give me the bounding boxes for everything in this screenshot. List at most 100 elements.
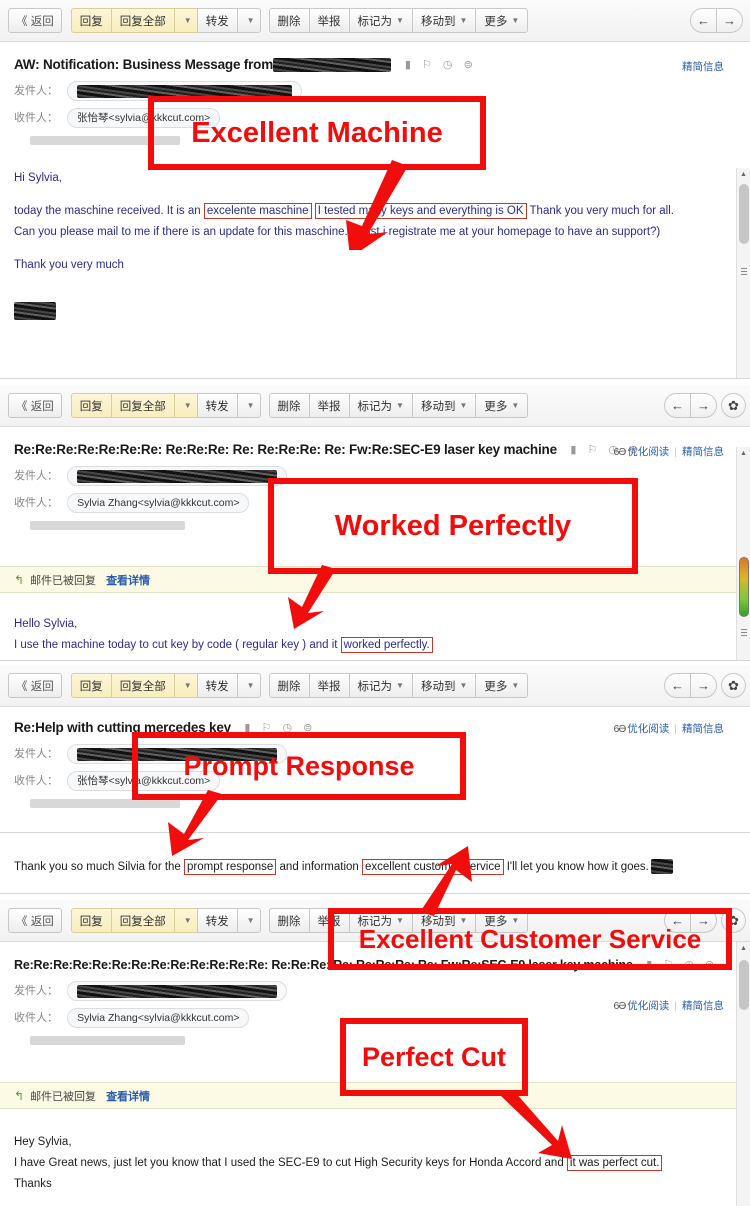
delete-button[interactable]: 删除 — [268, 673, 310, 698]
email-panel-1: 《 返回 回复 回复全部 ▼ 转发 ▼ 删除 举报 标记为 ▼ 移动到 ▼ 更多 ▼ … — [0, 0, 750, 378]
report-button[interactable]: 举报 — [308, 393, 350, 418]
gear-icon[interactable]: ✿ — [721, 673, 746, 698]
simplified-info-link[interactable]: 精简信息 — [682, 446, 724, 458]
toolbar-2: 《 返回 回复 回复全部 ▼ 转发 ▼ 删除 举报 标记为 ▼ 移动到 ▼ 更多 ▼ … — [0, 385, 750, 427]
highlight-worked-perfectly: worked perfectly. — [340, 637, 433, 653]
vertical-scrollbar-1[interactable]: ▲ — [736, 168, 750, 378]
prev-mail-button[interactable]: ← — [664, 393, 691, 418]
move-to-button[interactable]: 移动到 ▼ — [411, 8, 477, 33]
back-button[interactable]: 《 返回 — [8, 393, 62, 418]
delete-button[interactable]: 删除 — [268, 908, 310, 933]
body-line: Thanks — [14, 1178, 52, 1190]
to-label: 收件人： — [14, 775, 58, 787]
ann-excellent-customer-service-label: Excellent Customer Service — [358, 924, 702, 954]
reply-button[interactable]: 回复 — [70, 8, 112, 33]
forward-button[interactable]: 转发 — [196, 8, 238, 33]
redacted-date — [30, 1035, 185, 1045]
simplified-info-link[interactable]: 精简信息 — [682, 723, 724, 735]
report-button[interactable]: 举报 — [308, 673, 350, 698]
optimized-read-link[interactable]: 优化阅读 — [627, 446, 669, 458]
gear-icon[interactable]: ✿ — [721, 393, 746, 418]
optimized-read-link[interactable]: 优化阅读 — [627, 1000, 669, 1012]
more-label: 更多 — [484, 15, 508, 28]
reply-all-dropdown-icon[interactable]: ▼ — [173, 393, 198, 418]
from-label: 发件人： — [14, 748, 58, 760]
scrollbar-thumb[interactable] — [739, 557, 749, 617]
prev-mail-button[interactable]: ← — [664, 673, 691, 698]
simplified-info-link[interactable]: 精简信息 — [682, 61, 724, 73]
back-button[interactable]: 《 返回 — [8, 8, 62, 33]
simplified-info-link[interactable]: 精简信息 — [682, 1000, 724, 1012]
move-to-button[interactable]: 移动到 ▼ — [411, 673, 477, 698]
forward-button[interactable]: 转发 — [196, 673, 238, 698]
chevron-down-icon: ▼ — [396, 401, 404, 410]
move-to-button[interactable]: 移动到 ▼ — [411, 393, 477, 418]
view-details-link[interactable]: 查看详情 — [106, 572, 150, 588]
scroll-up-icon[interactable]: ▲ — [737, 942, 750, 955]
back-button[interactable]: 《 返回 — [8, 908, 62, 933]
more-button[interactable]: 更多 ▼ — [475, 8, 529, 33]
reply-all-dropdown-icon[interactable]: ▼ — [173, 8, 198, 33]
header-right-links: 6Ə 优化阅读 | 精简信息 — [613, 723, 724, 735]
more-button[interactable]: 更多 ▼ — [475, 393, 529, 418]
delete-button[interactable]: 删除 — [268, 393, 310, 418]
forward-dropdown-icon[interactable]: ▼ — [236, 8, 261, 33]
vertical-scrollbar-2[interactable]: ▲ — [736, 447, 750, 660]
forward-dropdown-icon[interactable]: ▼ — [236, 673, 261, 698]
body-line: today the maschine received. It is an ex… — [14, 203, 674, 219]
scrollbar-grip-icon — [741, 268, 747, 276]
prev-mail-button[interactable]: ← — [690, 8, 717, 33]
mark-as-button[interactable]: 标记为 ▼ — [348, 8, 413, 33]
reply-button[interactable]: 回复 — [70, 673, 112, 698]
forward-button[interactable]: 转发 — [196, 393, 238, 418]
reply-all-button[interactable]: 回复全部 — [110, 908, 175, 933]
reply-arrow-icon: ↰ — [14, 572, 25, 587]
forward-dropdown-icon[interactable]: ▼ — [236, 393, 261, 418]
mark-as-button[interactable]: 标记为 ▼ — [348, 673, 413, 698]
next-mail-button[interactable]: → — [690, 393, 717, 418]
to-address-pill[interactable]: Sylvia Zhang<sylvia@kkkcut.com> — [67, 1008, 250, 1029]
back-button[interactable]: 《 返回 — [8, 673, 62, 698]
ann-excellent-customer-service: Excellent Customer Service — [328, 908, 732, 970]
delete-button[interactable]: 删除 — [268, 8, 310, 33]
from-address-pill[interactable] — [67, 981, 288, 1002]
reply-all-button[interactable]: 回复全部 — [110, 8, 175, 33]
redacted-from-address — [77, 469, 278, 483]
scroll-up-icon[interactable]: ▲ — [737, 447, 750, 460]
highlight-perfect-cut: it was perfect cut. — [566, 1155, 663, 1171]
scroll-up-icon[interactable]: ▲ — [737, 168, 750, 181]
vertical-scrollbar-4[interactable]: ▲ — [736, 942, 750, 1206]
header-right-links: 6Ə 优化阅读 | 精简信息 — [613, 446, 724, 458]
reply-all-dropdown-icon[interactable]: ▼ — [173, 908, 198, 933]
next-mail-button[interactable]: → — [690, 673, 717, 698]
ann-worked-perfectly-label: Worked Perfectly — [334, 509, 572, 542]
header-right-links: 精简信息 — [682, 59, 724, 74]
body-line: I use the machine today to cut key by co… — [14, 635, 433, 656]
action-button-group: 删除 举报 标记为 ▼ 移动到 ▼ 更多 ▼ — [268, 393, 529, 418]
chevron-down-icon: ▼ — [511, 681, 520, 690]
scrollbar-thumb[interactable] — [739, 184, 749, 244]
reply-all-button[interactable]: 回复全部 — [110, 673, 175, 698]
scrollbar-thumb[interactable] — [739, 960, 749, 1010]
forward-button[interactable]: 转发 — [196, 908, 238, 933]
reply-button[interactable]: 回复 — [70, 908, 112, 933]
from-address-pill[interactable] — [67, 466, 288, 487]
ann-perfect-cut: Perfect Cut — [340, 1018, 528, 1096]
report-button[interactable]: 举报 — [308, 8, 350, 33]
reply-all-button[interactable]: 回复全部 — [110, 393, 175, 418]
glasses-icon: 6Ə — [613, 1000, 627, 1012]
body-line: Hello Sylvia, — [14, 618, 78, 630]
view-details-link[interactable]: 查看详情 — [106, 1088, 150, 1104]
redacted-name — [650, 859, 673, 875]
from-label: 发件人： — [14, 985, 58, 997]
next-mail-button[interactable]: → — [716, 8, 743, 33]
reply-all-dropdown-icon[interactable]: ▼ — [173, 673, 198, 698]
optimized-read-link[interactable]: 优化阅读 — [627, 723, 669, 735]
to-address-pill[interactable]: Sylvia Zhang<sylvia@kkkcut.com> — [67, 493, 250, 514]
more-button[interactable]: 更多 ▼ — [475, 673, 529, 698]
to-label: 收件人： — [14, 1012, 58, 1024]
redacted-date — [30, 798, 180, 808]
forward-dropdown-icon[interactable]: ▼ — [236, 908, 261, 933]
mark-as-button[interactable]: 标记为 ▼ — [348, 393, 413, 418]
reply-button[interactable]: 回复 — [70, 393, 112, 418]
